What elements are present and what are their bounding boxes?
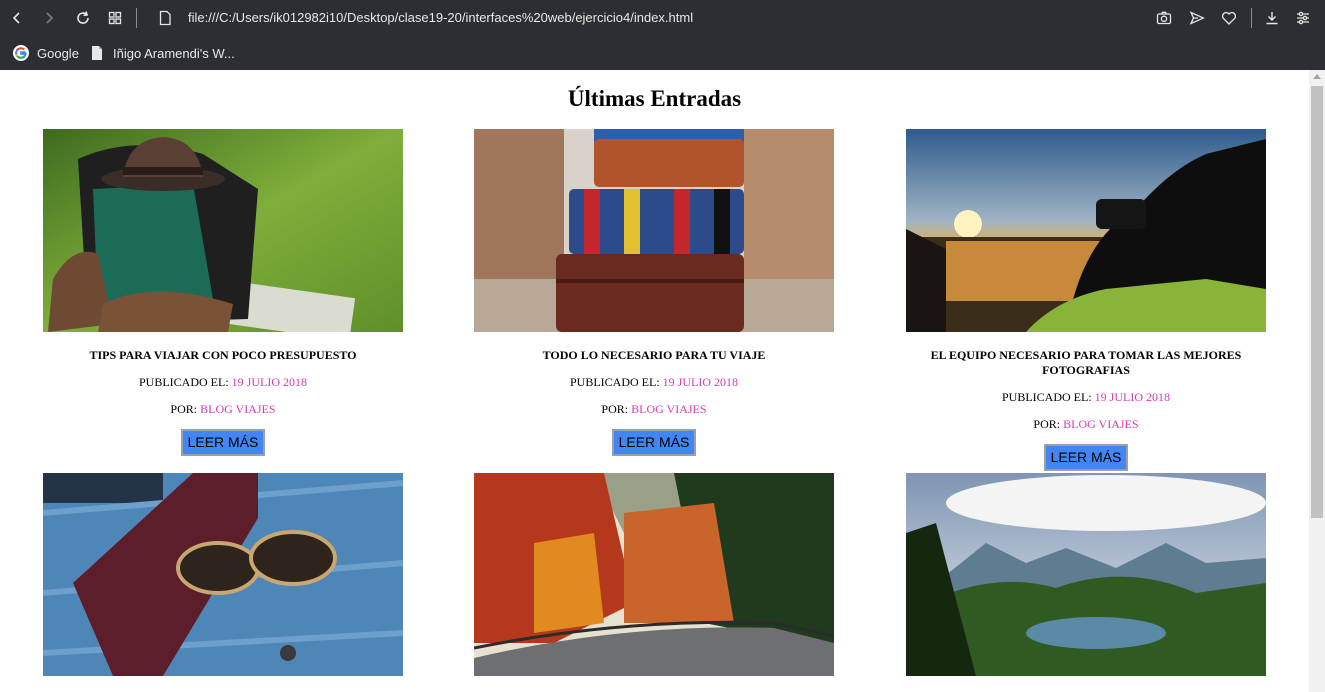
favorite-button[interactable] (1218, 7, 1240, 29)
scroll-up-arrow-icon[interactable] (1313, 74, 1321, 79)
browser-chrome: file:///C:/Users/ik012982i10/Desktop/cla… (0, 0, 1325, 70)
post-card: TIPS PARA VIAJAR CON POCO PRESUPUESTO PU… (43, 129, 403, 456)
address-bar[interactable]: file:///C:/Users/ik012982i10/Desktop/cla… (188, 10, 693, 25)
post-card: TODO LO NECESARIO PARA TU VIAJE PUBLICAD… (474, 129, 834, 456)
published-label: PUBLICADO EL: (570, 375, 663, 389)
post-card (906, 473, 1266, 676)
published-label: PUBLICADO EL: (139, 375, 232, 389)
post-title: TODO LO NECESARIO PARA TU VIAJE (542, 348, 766, 362)
send-icon (1189, 11, 1205, 25)
back-button[interactable] (6, 7, 28, 29)
post-author: POR: BLOG VIAJES (43, 402, 403, 417)
post-title: EL EQUIPO NECESARIO PARA TOMAR LAS MEJOR… (930, 348, 1242, 377)
google-icon (13, 45, 29, 61)
post-author-link[interactable]: BLOG VIAJES (631, 402, 706, 416)
post-author-link[interactable]: BLOG VIAJES (1063, 417, 1138, 431)
read-more-button[interactable]: LEER MÁS (611, 429, 697, 456)
snapshot-button[interactable] (1153, 7, 1175, 29)
downloads-button[interactable] (1261, 7, 1283, 29)
post-image (43, 473, 403, 676)
settings-sliders-icon (1297, 11, 1309, 25)
speed-dial-button[interactable] (104, 7, 126, 29)
easy-setup-button[interactable] (1292, 7, 1314, 29)
toolbar-divider (136, 8, 137, 28)
bookmark-label: Google (37, 45, 79, 61)
browser-toolbar: file:///C:/Users/ik012982i10/Desktop/cla… (0, 0, 1325, 37)
author-label: POR: (601, 402, 632, 416)
post-date: PUBLICADO EL: 19 JULIO 2018 (43, 375, 403, 390)
author-label: POR: (1033, 417, 1064, 431)
bookmark-inigo[interactable]: Iñigo Aramendi's W... (89, 43, 235, 63)
scrollbar-thumb[interactable] (1311, 86, 1323, 518)
post-card (474, 473, 834, 676)
camera-icon (1156, 11, 1172, 25)
post-card: EL EQUIPO NECESARIO PARA TOMAR LAS MEJOR… (906, 129, 1266, 471)
arrow-left-icon (12, 12, 20, 24)
post-image (906, 129, 1266, 332)
post-author: POR: BLOG VIAJES (474, 402, 834, 417)
post-image (474, 129, 834, 332)
post-image (43, 129, 403, 332)
post-card (43, 473, 403, 676)
bookmarks-bar: Google Iñigo Aramendi's W... (0, 37, 1325, 70)
post-date: PUBLICADO EL: 19 JULIO 2018 (906, 390, 1266, 405)
published-label: PUBLICADO EL: (1002, 390, 1095, 404)
reload-button[interactable] (72, 7, 94, 29)
page-icon (159, 10, 171, 26)
post-date-link[interactable]: 19 JULIO 2018 (232, 375, 307, 389)
page-icon (89, 45, 105, 61)
post-author-link[interactable]: BLOG VIAJES (200, 402, 275, 416)
bookmark-google[interactable]: Google (13, 43, 79, 63)
send-button[interactable] (1186, 7, 1208, 29)
author-label: POR: (170, 402, 201, 416)
post-title: TIPS PARA VIAJAR CON POCO PRESUPUESTO (89, 348, 357, 362)
arrow-right-icon (46, 12, 54, 24)
toolbar-divider (1251, 8, 1252, 28)
page-title: Últimas Entradas (567, 86, 742, 111)
reload-icon (77, 11, 89, 24)
post-date: PUBLICADO EL: 19 JULIO 2018 (474, 375, 834, 390)
grid-icon (108, 11, 122, 25)
forward-button[interactable] (38, 7, 60, 29)
post-image (474, 473, 834, 676)
post-image (906, 473, 1266, 676)
download-icon (1266, 12, 1278, 25)
bookmark-label: Iñigo Aramendi's W... (113, 45, 235, 61)
post-date-link[interactable]: 19 JULIO 2018 (1095, 390, 1170, 404)
post-author: POR: BLOG VIAJES (906, 417, 1266, 432)
vertical-scrollbar[interactable] (1309, 70, 1325, 692)
post-date-link[interactable]: 19 JULIO 2018 (663, 375, 738, 389)
read-more-button[interactable]: LEER MÁS (180, 429, 266, 456)
page-info-button[interactable] (154, 7, 176, 29)
heart-icon (1221, 11, 1237, 25)
read-more-button[interactable]: LEER MÁS (1043, 444, 1129, 471)
page-viewport: Últimas Entradas TIPS PARA VIAJAR CON PO… (0, 70, 1309, 692)
